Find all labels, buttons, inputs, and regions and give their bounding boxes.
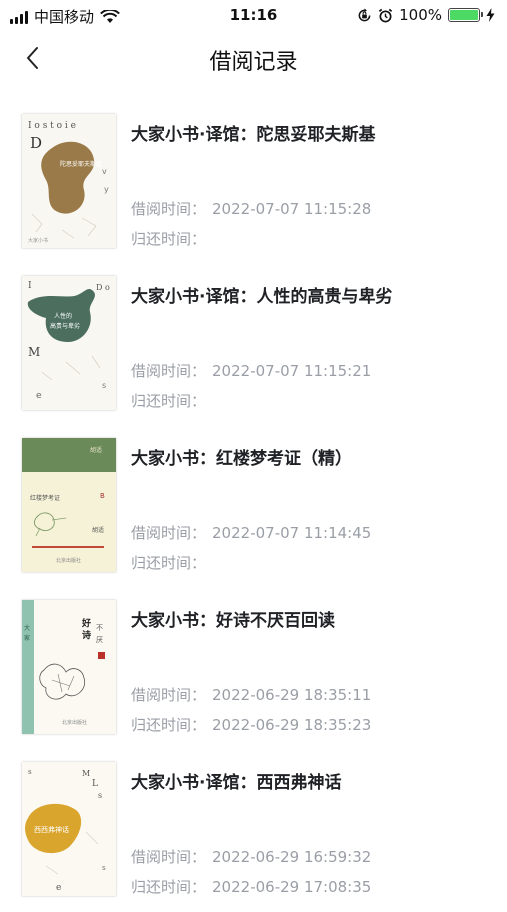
book-title: 大家小书·译馆：陀思妥耶夫斯基 bbox=[131, 125, 376, 145]
borrow-time-row: 借阅时间： 2022-07-07 11:15:21 bbox=[131, 360, 371, 381]
svg-text:厌: 厌 bbox=[96, 636, 103, 644]
return-time-row: 归还时间： bbox=[131, 390, 212, 411]
svg-text:不: 不 bbox=[96, 624, 103, 632]
book-title: 大家小书·译馆：西西弗神话 bbox=[131, 773, 342, 793]
svg-text:大家小书: 大家小书 bbox=[28, 237, 48, 244]
status-right: 100% bbox=[357, 6, 495, 24]
svg-text:I: I bbox=[28, 281, 32, 291]
borrow-time-label: 借阅时间： bbox=[131, 848, 207, 866]
battery-icon bbox=[448, 8, 483, 22]
borrow-record-item[interactable]: s M L s 西西弗神话 s e 大家小书·译馆：西西弗神话 借阅时间： 202… bbox=[0, 762, 507, 912]
svg-text:高贵与卑劣: 高贵与卑劣 bbox=[50, 322, 80, 330]
borrow-time-label: 借阅时间： bbox=[131, 362, 207, 380]
return-time-label: 归还时间： bbox=[131, 716, 207, 734]
return-time-row: 归还时间： 2022-06-29 18:35:23 bbox=[131, 714, 371, 735]
svg-text:B: B bbox=[100, 492, 105, 500]
return-time-label: 归还时间： bbox=[131, 230, 207, 248]
borrow-time-row: 借阅时间： 2022-07-07 11:14:45 bbox=[131, 522, 371, 543]
svg-text:胡适: 胡适 bbox=[90, 446, 102, 454]
return-time-value: 2022-06-29 18:35:23 bbox=[212, 716, 372, 734]
return-time-row: 归还时间： bbox=[131, 228, 212, 249]
svg-text:胡适: 胡适 bbox=[92, 526, 104, 534]
charging-icon bbox=[486, 8, 495, 22]
borrow-record-item[interactable]: 胡适 红楼梦考证 B 胡适 北京出版社 大家小书：红楼梦考证（精） 借阅时间： 2… bbox=[0, 438, 507, 588]
return-time-label: 归还时间： bbox=[131, 878, 207, 896]
nav-bar: 借阅记录 bbox=[0, 32, 507, 84]
borrow-time-label: 借阅时间： bbox=[131, 200, 207, 218]
return-time-value: 2022-06-29 17:08:35 bbox=[212, 878, 372, 896]
status-bar: 中国移动 11:16 100% bbox=[0, 0, 507, 32]
svg-text:M: M bbox=[82, 769, 90, 778]
svg-text:大: 大 bbox=[24, 624, 30, 632]
svg-text:s: s bbox=[102, 864, 106, 872]
return-time-label: 归还时间： bbox=[131, 554, 207, 572]
borrow-time-label: 借阅时间： bbox=[131, 686, 207, 704]
svg-text:诗: 诗 bbox=[82, 629, 91, 641]
borrow-time-value: 2022-06-29 18:35:11 bbox=[212, 686, 372, 704]
book-cover-image: I D o 人性的 高贵与卑劣 M e s bbox=[22, 276, 116, 410]
borrow-time-row: 借阅时间： 2022-07-07 11:15:28 bbox=[131, 198, 371, 219]
book-title: 大家小书：红楼梦考证（精） bbox=[131, 449, 352, 469]
page-title: 借阅记录 bbox=[209, 50, 298, 75]
borrow-record-item[interactable]: 大 家 好 诗 不 厌 北京出版社 大家小书：好诗不厌百回读 借阅时间： 2022… bbox=[0, 600, 507, 750]
return-time-label: 归还时间： bbox=[131, 392, 207, 410]
svg-text:v: v bbox=[102, 167, 107, 176]
svg-text:人性的: 人性的 bbox=[54, 312, 72, 320]
svg-text:s: s bbox=[98, 791, 102, 800]
return-time-row: 归还时间： 2022-06-29 17:08:35 bbox=[131, 876, 371, 897]
svg-text:D: D bbox=[30, 134, 42, 152]
svg-text:M: M bbox=[28, 345, 40, 359]
borrow-time-value: 2022-06-29 16:59:32 bbox=[212, 848, 372, 866]
svg-text:I o s t o i e: I o s t o i e bbox=[28, 121, 76, 131]
svg-text:红楼梦考证: 红楼梦考证 bbox=[30, 494, 60, 502]
svg-text:北京出版社: 北京出版社 bbox=[62, 719, 87, 726]
book-cover-image: s M L s 西西弗神话 s e bbox=[22, 762, 116, 896]
svg-text:家: 家 bbox=[24, 634, 30, 642]
svg-text:北京出版社: 北京出版社 bbox=[56, 557, 81, 564]
svg-text:L: L bbox=[92, 779, 98, 789]
svg-text:e: e bbox=[56, 883, 61, 893]
lock-rotation-icon bbox=[358, 7, 371, 21]
svg-text:好: 好 bbox=[81, 617, 91, 629]
book-cover-image: 胡适 红楼梦考证 B 胡适 北京出版社 bbox=[22, 438, 116, 572]
borrow-time-value: 2022-07-07 11:14:45 bbox=[212, 524, 372, 542]
book-title: 大家小书·译馆：人性的高贵与卑劣 bbox=[131, 287, 393, 307]
book-cover-image: I o s t o i e D 陀思妥耶夫斯基 v y 大家小书 bbox=[22, 114, 116, 248]
borrow-time-row: 借阅时间： 2022-06-29 16:59:32 bbox=[131, 846, 371, 867]
borrow-time-value: 2022-07-07 11:15:28 bbox=[212, 200, 372, 218]
svg-text:西西弗神话: 西西弗神话 bbox=[34, 825, 69, 834]
borrow-record-item[interactable]: I D o 人性的 高贵与卑劣 M e s 大家小书·译馆：人性的高贵与卑劣 借… bbox=[0, 276, 507, 426]
borrow-record-item[interactable]: I o s t o i e D 陀思妥耶夫斯基 v y 大家小书 大家小书·译馆… bbox=[0, 114, 507, 264]
alarm-icon bbox=[378, 8, 393, 22]
book-title: 大家小书：好诗不厌百回读 bbox=[131, 611, 335, 631]
svg-text:y: y bbox=[104, 185, 109, 194]
svg-text:s: s bbox=[102, 381, 106, 390]
svg-text:D o: D o bbox=[96, 283, 110, 292]
battery-percent: 100% bbox=[399, 6, 442, 24]
svg-text:陀思妥耶夫斯基: 陀思妥耶夫斯基 bbox=[60, 160, 102, 168]
borrow-time-row: 借阅时间： 2022-06-29 18:35:11 bbox=[131, 684, 371, 705]
borrow-time-value: 2022-07-07 11:15:21 bbox=[212, 362, 372, 380]
borrow-time-label: 借阅时间： bbox=[131, 524, 207, 542]
return-time-row: 归还时间： bbox=[131, 552, 212, 573]
svg-text:s: s bbox=[28, 768, 32, 776]
svg-text:e: e bbox=[36, 391, 42, 401]
book-cover-image: 大 家 好 诗 不 厌 北京出版社 bbox=[22, 600, 116, 734]
